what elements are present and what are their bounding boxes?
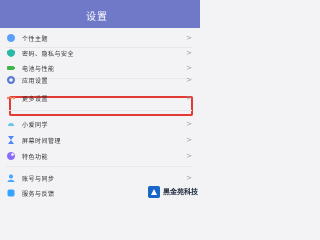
settings-item-label: 小爱同学 <box>22 121 49 129</box>
settings-item-label: 屏幕时间管理 <box>22 137 62 145</box>
settings-item-label: 特色功能 <box>22 153 49 161</box>
app-icon <box>7 76 15 84</box>
settings-item-label: 更多设置 <box>22 95 49 103</box>
settings-item-more-settings[interactable]: 更多设置 > <box>6 90 192 106</box>
top-bar: 设置 <box>0 0 200 28</box>
shield-icon <box>7 49 15 57</box>
chevron-right-icon: > <box>186 49 192 57</box>
settings-item-special-features[interactable]: 特色功能 > <box>6 148 192 164</box>
settings-list: 个性主题 > 密码、隐私与安全 > 电池与性能 > 应用设置 > 更多设置 > … <box>0 28 200 200</box>
settings-item-personalization[interactable]: 个性主题 > <box>6 30 192 46</box>
chevron-right-icon: > <box>186 174 192 182</box>
page-title: 设置 <box>86 12 108 23</box>
chevron-right-icon: > <box>186 120 192 128</box>
settings-item-screen-time[interactable]: 屏幕时间管理 > <box>6 132 192 148</box>
settings-item-account-sync[interactable]: 账号与同步 > <box>6 170 192 186</box>
assistant-icon <box>8 123 14 126</box>
feedback-icon <box>7 189 15 197</box>
divider <box>6 166 192 167</box>
chevron-right-icon: > <box>186 136 192 144</box>
watermark: 黑金苑科技 <box>148 186 198 198</box>
hourglass-icon <box>8 136 14 144</box>
palette-icon <box>7 34 15 42</box>
watermark-text: 黑金苑科技 <box>163 188 198 196</box>
watermark-logo-icon <box>148 186 160 198</box>
settings-item-label: 服务与反馈 <box>22 190 55 198</box>
settings-item-privacy-security[interactable]: 密码、隐私与安全 > <box>6 45 192 61</box>
divider <box>6 110 192 111</box>
settings-item-label: 个性主题 <box>22 35 49 43</box>
settings-item-label: 密码、隐私与安全 <box>22 50 75 58</box>
settings-item-label: 应用设置 <box>22 77 49 85</box>
settings-item-app-settings[interactable]: 应用设置 > <box>6 72 192 88</box>
chevron-right-icon: > <box>186 34 192 42</box>
more-icon <box>6 96 16 100</box>
settings-item-mi-assistant[interactable]: 小爱同学 > <box>6 116 192 132</box>
account-icon <box>7 174 15 182</box>
chevron-right-icon: > <box>186 152 192 160</box>
feature-icon <box>7 152 15 160</box>
chevron-right-icon: > <box>186 76 192 84</box>
chevron-right-icon: > <box>186 94 192 102</box>
settings-item-label: 账号与同步 <box>22 175 55 183</box>
chevron-right-icon: > <box>186 64 192 72</box>
